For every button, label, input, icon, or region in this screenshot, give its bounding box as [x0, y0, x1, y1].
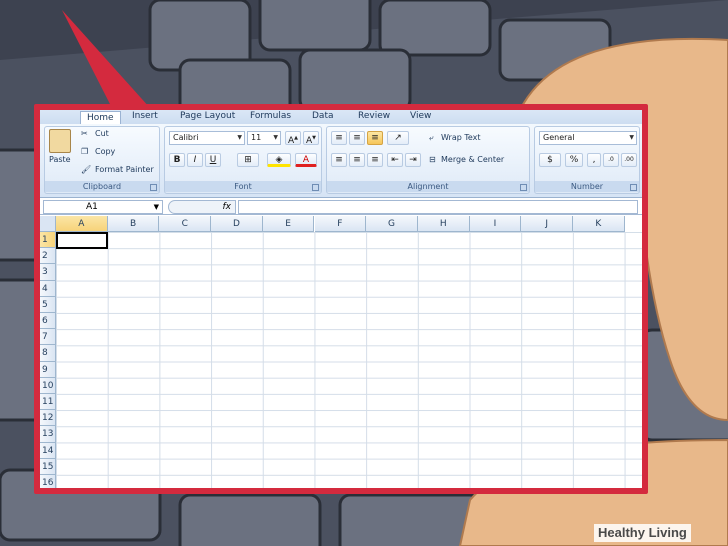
- copy-button[interactable]: Copy: [95, 147, 115, 156]
- shrink-font-icon[interactable]: A▼: [303, 131, 319, 146]
- copy-icon[interactable]: ❐: [81, 147, 88, 156]
- tab-insert[interactable]: Insert: [132, 111, 158, 121]
- cut-button[interactable]: Cut: [95, 129, 109, 138]
- comma-icon[interactable]: ,: [587, 153, 601, 167]
- row-header-14[interactable]: 14: [40, 442, 56, 459]
- alignment-group: ≡ ≡ ≡ ↗ ≡ ≡ ≡ ⇤ ⇥ ⤶ Wrap Text ⊟ Merge & …: [326, 126, 530, 194]
- row-header-9[interactable]: 9: [40, 361, 56, 378]
- row-header-10[interactable]: 10: [40, 377, 56, 394]
- tab-data[interactable]: Data: [312, 111, 334, 121]
- tab-home[interactable]: Home: [80, 111, 121, 125]
- orientation-icon[interactable]: ↗: [387, 131, 409, 145]
- column-header-f[interactable]: F: [314, 216, 367, 232]
- increase-decimal-icon[interactable]: .0: [603, 153, 619, 167]
- fill-color-icon[interactable]: ◈: [267, 153, 291, 167]
- percent-icon[interactable]: %: [565, 153, 583, 167]
- row-header-4[interactable]: 4: [40, 280, 56, 297]
- row-header-6[interactable]: 6: [40, 313, 56, 330]
- underline-icon[interactable]: U: [205, 153, 221, 167]
- decrease-decimal-icon[interactable]: .00: [621, 153, 637, 167]
- font-group: Calibri ▼ 11 ▼ A▲ A▼ B I U ⊞ ◈ A Font: [164, 126, 322, 194]
- tab-view[interactable]: View: [410, 111, 431, 121]
- cell-area[interactable]: [56, 232, 642, 488]
- row-header-1[interactable]: 1: [40, 232, 56, 249]
- row-header-7[interactable]: 7: [40, 329, 56, 346]
- font-launcher-icon[interactable]: [312, 184, 319, 191]
- column-header-c[interactable]: C: [159, 216, 212, 232]
- align-left-icon[interactable]: ≡: [331, 153, 347, 167]
- format-painter-button[interactable]: Format Painter: [95, 165, 154, 174]
- column-header-a[interactable]: A: [56, 216, 108, 232]
- clipboard-group: Paste ✂ Cut ❐ Copy 🖌 Format Painter Clip…: [44, 126, 160, 194]
- clipboard-launcher-icon[interactable]: [150, 184, 157, 191]
- alignment-label: Alignment: [327, 181, 529, 192]
- paste-button[interactable]: Paste: [49, 155, 71, 164]
- row-header-5[interactable]: 5: [40, 296, 56, 313]
- row-header-8[interactable]: 8: [40, 345, 56, 362]
- row-header-16[interactable]: 16: [40, 475, 56, 488]
- ribbon: Paste ✂ Cut ❐ Copy 🖌 Format Painter Clip…: [40, 124, 642, 198]
- column-header-h[interactable]: H: [417, 216, 470, 232]
- align-right-icon[interactable]: ≡: [367, 153, 383, 167]
- formula-input[interactable]: [238, 200, 638, 214]
- font-name-select[interactable]: Calibri ▼: [169, 131, 245, 145]
- format-painter-icon[interactable]: 🖌: [81, 165, 91, 174]
- column-header-d[interactable]: D: [211, 216, 263, 232]
- ribbon-tab-bar: Home Insert Page Layout Formulas Data Re…: [40, 110, 642, 125]
- align-top-icon[interactable]: ≡: [331, 131, 347, 145]
- column-header-g[interactable]: G: [366, 216, 418, 232]
- wrap-text-icon[interactable]: ⤶: [429, 133, 433, 143]
- merge-center-icon[interactable]: ⊟: [429, 155, 436, 164]
- insert-function-icon[interactable]: fx: [168, 200, 236, 214]
- select-all-corner[interactable]: [40, 216, 56, 232]
- align-middle-icon[interactable]: ≡: [349, 131, 365, 145]
- tab-page-layout[interactable]: Page Layout: [180, 111, 235, 121]
- column-header-i[interactable]: I: [469, 216, 522, 232]
- spreadsheet-grid: ABCDEFGHIJK 1 2 3 4 5 6 7 8 9 10 11 12 13 14 15 16: [40, 216, 642, 488]
- formula-bar: A1 ▼ fx: [40, 199, 642, 215]
- merge-center-button[interactable]: Merge & Center: [441, 155, 504, 164]
- row-header-12[interactable]: 12: [40, 410, 56, 427]
- watermark: Healthy Living: [594, 524, 691, 542]
- row-header-13[interactable]: 13: [40, 426, 56, 443]
- align-bottom-icon[interactable]: ≡: [367, 131, 383, 145]
- italic-icon[interactable]: I: [187, 153, 203, 167]
- wrap-text-button[interactable]: Wrap Text: [441, 133, 481, 142]
- name-box[interactable]: A1 ▼: [43, 200, 163, 214]
- decrease-indent-icon[interactable]: ⇤: [387, 153, 403, 167]
- row-header-2[interactable]: 2: [40, 248, 56, 265]
- paste-icon[interactable]: [49, 129, 71, 153]
- clipboard-label: Clipboard: [45, 181, 159, 192]
- increase-indent-icon[interactable]: ⇥: [405, 153, 421, 167]
- active-cell[interactable]: [56, 232, 108, 249]
- font-color-icon[interactable]: A: [295, 153, 317, 167]
- grow-font-icon[interactable]: A▲: [285, 131, 301, 146]
- borders-icon[interactable]: ⊞: [237, 153, 259, 167]
- tab-review[interactable]: Review: [358, 111, 390, 121]
- font-label: Font: [165, 181, 321, 192]
- number-format-select[interactable]: General ▼: [539, 131, 637, 145]
- align-center-icon[interactable]: ≡: [349, 153, 365, 167]
- tab-formulas[interactable]: Formulas: [250, 111, 291, 121]
- row-header-11[interactable]: 11: [40, 394, 56, 411]
- row-header-3[interactable]: 3: [40, 264, 56, 281]
- column-header-j[interactable]: J: [521, 216, 573, 232]
- excel-window: Home Insert Page Layout Formulas Data Re…: [34, 104, 648, 494]
- bold-icon[interactable]: B: [169, 153, 185, 167]
- number-launcher-icon[interactable]: [630, 184, 637, 191]
- column-header-b[interactable]: B: [107, 216, 160, 232]
- currency-icon[interactable]: $: [539, 153, 561, 167]
- row-header-15[interactable]: 15: [40, 458, 56, 475]
- alignment-launcher-icon[interactable]: [520, 184, 527, 191]
- column-header-e[interactable]: E: [262, 216, 315, 232]
- number-label: Number: [535, 181, 639, 192]
- cut-icon[interactable]: ✂: [81, 129, 88, 138]
- number-group: General ▼ $ % , .0 .00 Number: [534, 126, 640, 194]
- column-header-k[interactable]: K: [573, 216, 625, 232]
- font-size-select[interactable]: 11 ▼: [247, 131, 281, 145]
